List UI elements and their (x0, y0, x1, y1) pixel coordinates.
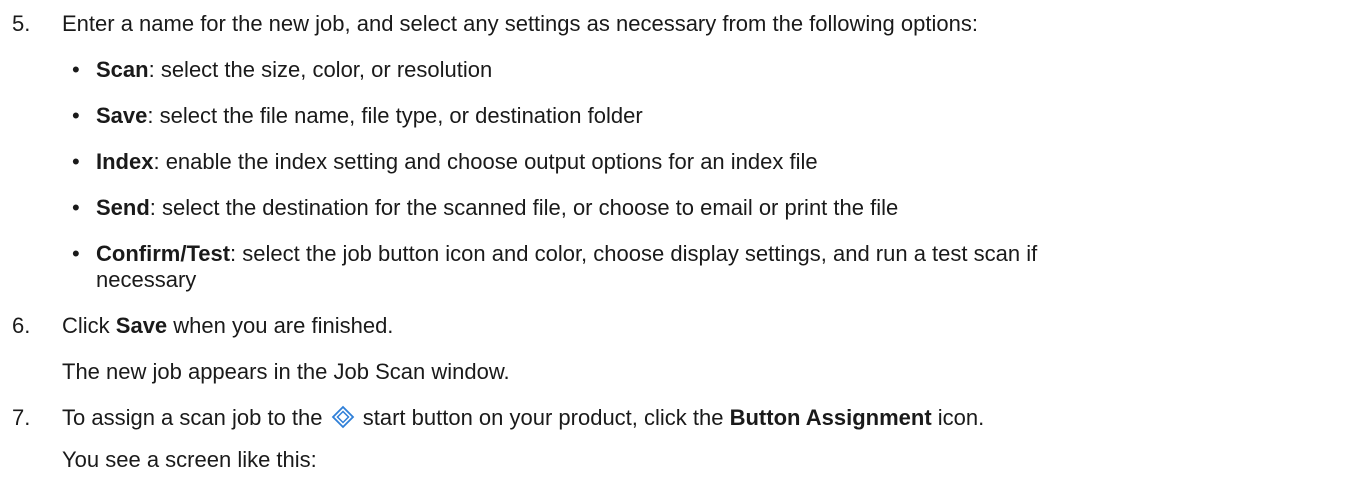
option-term: Send (96, 195, 150, 220)
step-bold-term: Button Assignment (729, 405, 932, 430)
step-number: 5. (12, 11, 31, 36)
step-result-note: You see a screen like this: (62, 447, 317, 472)
bullet-dot: • (72, 149, 80, 174)
bullet-dot: • (72, 241, 80, 266)
step-bold-term: Save (115, 313, 168, 338)
option-description: : select the destination for the scanned… (149, 195, 899, 220)
start-diamond-icon (331, 405, 355, 429)
step-text: start button on your product, click the (362, 405, 730, 430)
step-result-note: The new job appears in the Job Scan wind… (62, 359, 510, 384)
bullet-dot: • (72, 195, 80, 220)
option-term: Save (96, 103, 148, 128)
option-term: Confirm/Test (96, 241, 231, 266)
bullet-dot: • (72, 57, 80, 82)
option-description: : select the job button icon and color, … (230, 241, 1038, 266)
option-description: : enable the index setting and choose ou… (153, 149, 818, 174)
step-text: icon. (931, 405, 985, 430)
option-description: : select the size, color, or resolution (148, 57, 493, 82)
option-term: Scan (96, 57, 149, 82)
step-text: Click (62, 313, 116, 338)
step-text: Enter a name for the new job, and select… (62, 11, 978, 36)
step-number: 7. (12, 405, 31, 430)
step-number: 6. (12, 313, 31, 338)
step-text: when you are finished. (167, 313, 394, 338)
option-description-continued: necessary (96, 267, 197, 292)
bullet-dot: • (72, 103, 80, 128)
document-page: 5. Enter a name for the new job, and sel… (0, 0, 1350, 490)
option-description: : select the file name, file type, or de… (147, 103, 643, 128)
step-text: To assign a scan job to the (62, 405, 323, 430)
option-term: Index (96, 149, 154, 174)
